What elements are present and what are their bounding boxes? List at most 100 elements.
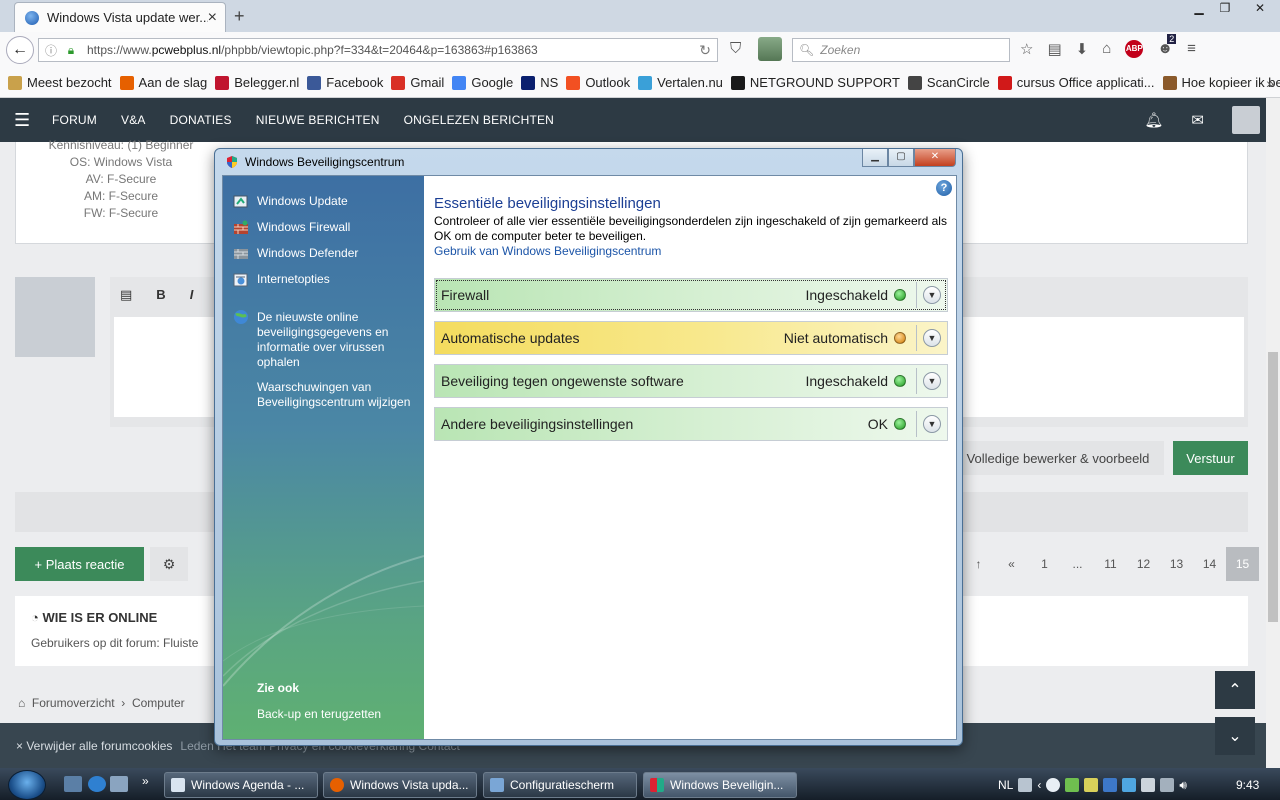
bookmark-item[interactable]: NS	[521, 75, 558, 90]
expand-chevron-icon[interactable]: ▼	[923, 286, 941, 304]
crumb-computer[interactable]: Computer	[132, 696, 185, 710]
bookmark-item[interactable]: cursus Office applicati...	[997, 75, 1155, 90]
bell-icon[interactable]: 🔔︎	[1144, 111, 1163, 129]
nav-donaties[interactable]: DONATIES	[170, 113, 232, 127]
section-other-settings[interactable]: Andere beveiligingsinstellingen OK ▼	[434, 407, 948, 441]
backup-restore-link[interactable]: Back-up en terugzetten	[257, 707, 381, 721]
page-link[interactable]: 1	[1028, 547, 1061, 581]
security-icon[interactable]	[1084, 778, 1099, 792]
network-icon[interactable]	[1065, 778, 1080, 792]
library-icon[interactable]: ▤	[1047, 40, 1061, 58]
bookmark-item[interactable]: Vertalen.nu	[638, 75, 723, 90]
scroll-up-button[interactable]: ⌃	[1215, 671, 1255, 709]
back-button[interactable]: ←	[6, 36, 34, 64]
language-indicator[interactable]: NL	[998, 778, 1013, 792]
task-windows-agenda[interactable]: Windows Agenda - ...	[164, 772, 318, 798]
url-bar[interactable]: ⓘ 🔒︎ https://www.pcwebplus.nl/phpbb/view…	[38, 38, 718, 62]
page-link[interactable]: 13	[1160, 547, 1193, 581]
scroll-top-arrow-icon[interactable]: ↑	[962, 547, 995, 581]
scroll-down-button[interactable]: ⌄	[1215, 717, 1255, 755]
bluetooth-icon[interactable]	[1103, 778, 1118, 792]
section-firewall[interactable]: Firewall Ingeschakeld ▼	[434, 278, 948, 312]
close-window-button[interactable]: ✕	[1238, 0, 1280, 18]
dialog-titlebar[interactable]: Windows Beveiligingscentrum ▁ ▢ ✕	[215, 149, 962, 175]
bookmark-item[interactable]: Gmail	[391, 75, 444, 90]
expand-chevron-icon[interactable]: ▼	[923, 415, 941, 433]
notification-icon[interactable]: ☻ 2	[1157, 34, 1177, 58]
post-reply-button[interactable]: + Plaats reactie	[15, 547, 144, 581]
search-input[interactable]: 🔍︎ Zoeken	[792, 38, 1010, 62]
browser-tab-active[interactable]: Windows Vista update wer... ×	[14, 2, 226, 32]
bookmark-item[interactable]: ScanCircle	[907, 75, 990, 90]
online-info-text[interactable]: De nieuwste online beveiligingsgegevens …	[257, 310, 417, 370]
keyboard-icon[interactable]	[1018, 778, 1033, 792]
clock[interactable]: 9:43	[1236, 778, 1259, 792]
menu-icon[interactable]: ≡	[1187, 40, 1196, 58]
maximize-button[interactable]: ❐	[1212, 0, 1238, 18]
adblock-icon[interactable]: ABP	[1125, 40, 1144, 58]
bookmark-item[interactable]: Hoe kopieer ik bestan...	[1162, 75, 1280, 90]
switch-windows-icon[interactable]	[110, 776, 128, 792]
bookmark-item[interactable]: Meest bezocht	[8, 75, 112, 90]
reload-icon[interactable]: ↻	[699, 42, 711, 59]
page-link[interactable]: 14	[1193, 547, 1226, 581]
send-button[interactable]: Verstuur	[1173, 441, 1248, 475]
link-windows-firewall[interactable]: Windows Firewall	[233, 220, 350, 236]
scrollbar-thumb[interactable]	[1268, 352, 1278, 622]
new-tab-button[interactable]: +	[234, 6, 245, 27]
italic-button[interactable]: I	[190, 287, 194, 303]
task-firefox[interactable]: Windows Vista upda...	[323, 772, 477, 798]
page-link[interactable]: 12	[1127, 547, 1160, 581]
usb-icon[interactable]	[1141, 778, 1156, 792]
section-automatic-updates[interactable]: Automatische updates Niet automatisch ▼	[434, 321, 948, 355]
page-link[interactable]: 11	[1094, 547, 1127, 581]
link-windows-defender[interactable]: Windows Defender	[233, 246, 358, 262]
section-malware-protection[interactable]: Beveiliging tegen ongewenste software In…	[434, 364, 948, 398]
home-icon[interactable]: ⌂	[1102, 40, 1111, 58]
dialog-close-button[interactable]: ✕	[914, 149, 956, 167]
internet-explorer-icon[interactable]	[88, 776, 106, 792]
cloud-icon[interactable]	[1046, 778, 1061, 792]
sync-icon[interactable]	[1122, 778, 1137, 792]
task-security-center[interactable]: Windows Beveiligin...	[643, 772, 797, 798]
quicklaunch-overflow-icon[interactable]: »	[142, 774, 149, 788]
start-button[interactable]	[8, 770, 46, 800]
pocket-icon[interactable]: ⛉	[730, 40, 741, 57]
monitor-icon[interactable]	[1160, 778, 1175, 792]
full-editor-button[interactable]: Volledige bewerker & voorbeeld	[952, 441, 1164, 475]
volume-icon[interactable]: 🔊︎	[1179, 778, 1187, 793]
hamburger-menu-icon[interactable]: ☰	[14, 110, 34, 131]
mail-icon[interactable]: ✉	[1191, 111, 1204, 129]
bookmark-item[interactable]: NETGROUND SUPPORT	[730, 75, 900, 90]
nav-va[interactable]: V&A	[121, 113, 146, 127]
expand-chevron-icon[interactable]: ▼	[923, 372, 941, 390]
user-avatar[interactable]	[1232, 106, 1260, 134]
gear-icon[interactable]: ⚙	[150, 547, 188, 581]
info-icon[interactable]: ⓘ	[43, 42, 59, 59]
bookmark-item[interactable]: Belegger.nl	[215, 75, 299, 90]
nav-ongelezen-berichten[interactable]: ONGELEZEN BERICHTEN	[404, 113, 555, 127]
bold-button[interactable]: B	[156, 287, 165, 303]
close-tab-icon[interactable]: ×	[208, 9, 217, 27]
alerts-settings-link[interactable]: Waarschuwingen van Beveiligingscentrum w…	[257, 380, 421, 410]
editor-toolbar-icon[interactable]: ▤	[120, 287, 132, 303]
task-control-panel[interactable]: Configuratiescherm	[483, 772, 637, 798]
usage-help-link[interactable]: Gebruik van Windows Beveiligingscentrum	[434, 244, 661, 258]
page-scrollbar[interactable]	[1266, 98, 1280, 768]
link-windows-update[interactable]: Windows Update	[233, 194, 348, 210]
delete-cookies-link[interactable]: × Verwijder alle forumcookies	[16, 739, 172, 753]
bookmark-item[interactable]: Outlook	[566, 75, 630, 90]
extension-icon[interactable]	[758, 37, 782, 61]
crumb-forumoverzicht[interactable]: Forumoverzicht	[32, 696, 115, 710]
bookmark-item[interactable]: Google	[452, 75, 513, 90]
page-prev[interactable]: «	[995, 547, 1028, 581]
link-online-info[interactable]	[233, 309, 257, 325]
help-icon[interactable]: ?	[936, 180, 952, 196]
nav-forum[interactable]: FORUM	[52, 113, 97, 127]
link-internetopties[interactable]: Internetopties	[233, 272, 330, 288]
bookmarks-overflow-icon[interactable]: »	[1266, 75, 1274, 91]
dialog-minimize-button[interactable]: ▁	[862, 149, 888, 167]
bookmark-star-icon[interactable]: ☆	[1020, 40, 1033, 58]
download-icon[interactable]: ⬇	[1076, 40, 1089, 58]
dialog-maximize-button[interactable]: ▢	[888, 149, 914, 167]
